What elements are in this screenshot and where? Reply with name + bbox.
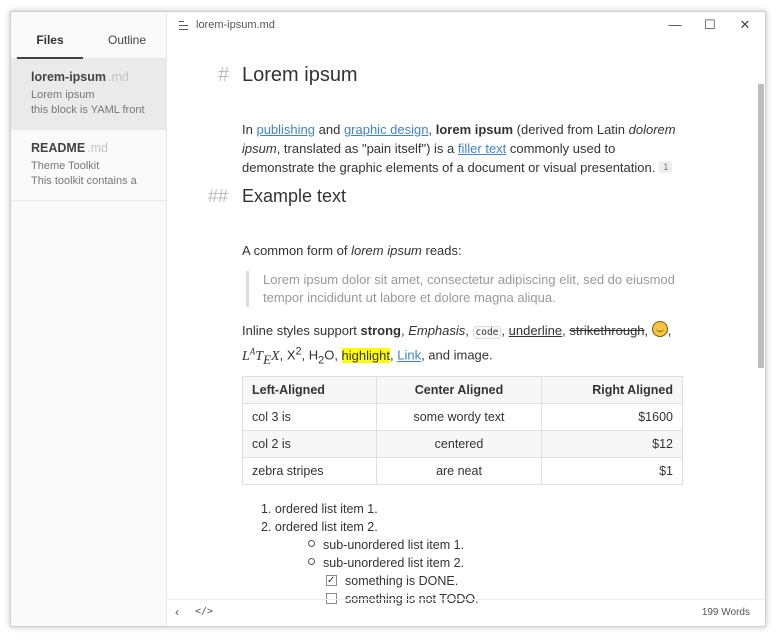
table-cell: zebra stripes (242, 457, 377, 485)
link-filler-text[interactable]: filler text (458, 141, 506, 156)
word-count[interactable]: 199 Words (702, 607, 750, 618)
nested-list: 1. ordered list item 1. 2. ordered list … (261, 500, 479, 608)
chevron-left-icon[interactable]: ‹ (175, 605, 179, 619)
table-cell: $1600 (541, 403, 683, 431)
task-list-item: something is DONE. (261, 572, 479, 590)
sidebar-tabs: Files Outline (11, 12, 166, 59)
table-row: col 2 is centered $12 (242, 430, 683, 458)
file-item-readme[interactable]: README .md Theme Toolkit This toolkit con… (11, 130, 166, 201)
scrollbar[interactable] (758, 84, 764, 368)
menu-icon[interactable] (179, 21, 188, 31)
table-cell: are neat (376, 457, 542, 485)
maximize-button[interactable]: ☐ (700, 16, 720, 34)
bullet-icon (308, 540, 315, 547)
heading-2: ## Example text (208, 186, 347, 206)
table-header-row: Left-Aligned Center Aligned Right Aligne… (242, 376, 683, 404)
app-window: Files Outline lorem-ipsum .md Lorem ipsum… (10, 11, 766, 627)
file-preview-line: Lorem ipsum (31, 89, 95, 101)
ordered-list-item: 2. ordered list item 2. (261, 520, 378, 534)
file-title: lorem-ipsum .md (31, 70, 129, 84)
table-cell: col 3 is (242, 403, 377, 431)
file-preview-line: This toolkit contains a (31, 175, 137, 187)
link-publishing[interactable]: publishing (256, 122, 315, 137)
titlebar: lorem-ipsum.md — ☐ ✕ (167, 12, 765, 42)
table-header: Right Aligned (541, 376, 683, 404)
highlight-text: highlight (341, 347, 390, 363)
status-bar: ‹ </> 199 Words (167, 599, 765, 626)
unordered-list-item: sub-unordered list item 1. (261, 536, 479, 554)
minimize-button[interactable]: — (665, 16, 685, 34)
heading-marker: # (218, 64, 230, 86)
table-cell: centered (376, 430, 542, 458)
smile-emoji-icon (651, 321, 668, 337)
table-header: Center Aligned (376, 376, 542, 404)
document-title: lorem-ipsum.md (196, 19, 275, 31)
file-preview-line: this block is YAML front (31, 104, 145, 116)
table-row: col 3 is some wordy text $1600 (242, 403, 683, 431)
table-header: Left-Aligned (242, 376, 377, 404)
blockquote: Lorem ipsum dolor sit amet, consectetur … (246, 271, 683, 307)
source-code-icon[interactable]: </> (195, 606, 213, 617)
table-cell: col 2 is (242, 430, 377, 458)
unordered-list-item: sub-unordered list item 2. (261, 554, 479, 572)
table-row: zebra stripes are neat $1 (242, 457, 683, 485)
file-ext: .md (87, 141, 109, 155)
close-button[interactable]: ✕ (735, 16, 755, 34)
checkbox-checked[interactable] (326, 572, 337, 590)
paragraph-common-form: A common form of lorem ipsum reads: (242, 243, 462, 258)
link-inline[interactable]: Link (397, 348, 421, 363)
tab-outline[interactable]: Outline (89, 12, 165, 58)
data-table: Left-Aligned Center Aligned Right Aligne… (242, 376, 683, 485)
heading-marker: ## (208, 186, 229, 206)
paragraph-intro: In publishing and graphic design, lorem … (242, 122, 676, 175)
tab-files[interactable]: Files (11, 12, 89, 59)
table-cell: $12 (541, 430, 683, 458)
latex-logo: LATEX (242, 346, 280, 367)
link-graphic-design[interactable]: graphic design (344, 122, 429, 137)
paragraph-inline-styles: Inline styles support strong, Emphasis, … (242, 321, 672, 367)
file-preview-line: Theme Toolkit (31, 160, 100, 172)
inline-code: code (472, 326, 502, 339)
ordered-list-item: 1. ordered list item 1. (261, 502, 378, 516)
bullet-icon (308, 558, 315, 565)
file-title: README .md (31, 141, 109, 155)
footnote-ref[interactable]: 1 (659, 161, 673, 173)
table-cell: $1 (541, 457, 683, 485)
table-cell: some wordy text (376, 403, 542, 431)
file-ext: .md (108, 70, 129, 84)
heading-1: # Lorem ipsum (218, 64, 358, 86)
editor-pane: lorem-ipsum.md — ☐ ✕ # Lorem ipsum In pub… (167, 12, 765, 626)
file-item-lorem-ipsum[interactable]: lorem-ipsum .md Lorem ipsum this block is… (11, 59, 166, 130)
sidebar: Files Outline lorem-ipsum .md Lorem ipsum… (11, 12, 167, 626)
